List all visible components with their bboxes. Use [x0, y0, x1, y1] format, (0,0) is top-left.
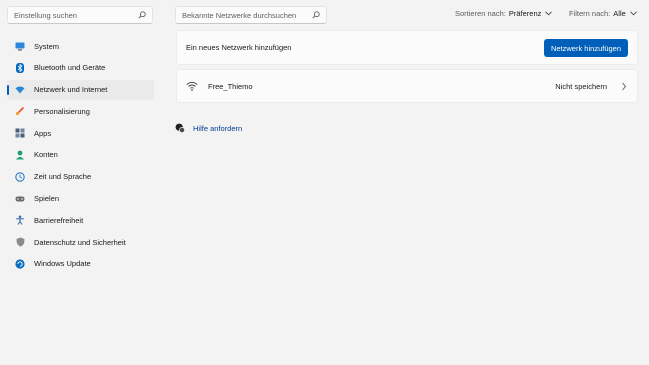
filter-prefix: Filtern nach: [569, 9, 611, 18]
chevron-right-icon[interactable] [621, 82, 627, 91]
add-network-label: Ein neues Netzwerk hinzufügen [186, 43, 292, 52]
help-icon [175, 123, 185, 133]
network-search-input[interactable] [182, 10, 311, 20]
accessibility-icon [15, 215, 25, 226]
sidebar-item-gaming[interactable]: Spielen [7, 189, 154, 209]
brush-icon [15, 106, 25, 116]
sidebar-item-label: System [34, 41, 60, 51]
search-icon[interactable] [311, 11, 320, 20]
known-network-row[interactable]: Free_Thiemo Nicht speichern [176, 69, 638, 103]
shield-icon [15, 237, 25, 247]
sidebar-item-accounts[interactable]: Konten [7, 145, 154, 165]
network-search-box[interactable] [175, 6, 327, 24]
sidebar-item-network[interactable]: Netzwerk und Internet [7, 79, 154, 100]
sidebar-item-label: Bluetooth und Geräte [34, 63, 106, 73]
sidebar-item-label: Datenschutz und Sicherheit [34, 237, 126, 247]
filter-dropdown[interactable]: Filtern nach: Alle [569, 9, 637, 18]
add-network-card: Ein neues Netzwerk hinzufügen Netzwerk h… [176, 30, 638, 65]
help-label[interactable]: Hilfe anfordern [193, 124, 242, 133]
time-language-icon [15, 172, 25, 182]
sort-value: Präferenz [508, 9, 542, 18]
accounts-icon [15, 150, 25, 160]
network-icon [15, 85, 25, 95]
sidebar-item-label: Barrierefreiheit [34, 215, 84, 225]
network-name: Free_Thiemo [208, 82, 253, 91]
add-network-button[interactable]: Netzwerk hinzufügen [544, 39, 628, 57]
sidebar-item-system[interactable]: System [7, 36, 154, 56]
bluetooth-icon [15, 62, 25, 73]
sidebar-item-personalization[interactable]: Personalisierung [7, 101, 154, 121]
sidebar-item-accessibility[interactable]: Barrierefreiheit [7, 210, 154, 230]
gaming-icon [15, 194, 25, 204]
chevron-down-icon [629, 9, 637, 18]
sidebar-item-label: Personalisierung [34, 106, 90, 116]
settings-search-input[interactable] [14, 10, 137, 20]
sidebar-item-label: Konten [34, 150, 58, 160]
sidebar-item-bluetooth[interactable]: Bluetooth und Geräte [7, 58, 154, 78]
chevron-down-icon [545, 9, 553, 18]
apps-icon [15, 128, 25, 138]
sidebar-item-windows-update[interactable]: Windows Update [7, 254, 154, 274]
forget-network-button[interactable]: Nicht speichern [555, 82, 607, 91]
sidebar-item-label: Apps [34, 128, 52, 138]
sort-prefix: Sortieren nach: [455, 9, 506, 18]
sidebar-item-label: Netzwerk und Internet [34, 85, 108, 95]
sidebar-item-apps[interactable]: Apps [7, 123, 154, 143]
windows-update-icon [15, 259, 25, 269]
wifi-icon [186, 81, 198, 91]
sidebar-item-label: Zeit und Sprache [34, 172, 92, 182]
sidebar-nav: System Bluetooth und Geräte Netzwerk und… [7, 36, 154, 276]
system-icon [15, 41, 25, 51]
sort-dropdown[interactable]: Sortieren nach: Präferenz [455, 9, 553, 18]
sidebar-item-privacy-security[interactable]: Datenschutz und Sicherheit [7, 232, 154, 252]
sidebar: System Bluetooth und Geräte Netzwerk und… [0, 0, 160, 365]
search-icon[interactable] [137, 11, 146, 20]
sidebar-item-label: Spielen [34, 194, 60, 204]
sidebar-item-label: Windows Update [34, 259, 91, 269]
settings-search-box[interactable] [7, 6, 153, 24]
get-help-link[interactable]: Hilfe anfordern [175, 123, 242, 133]
filter-value: Alle [613, 9, 626, 18]
sidebar-item-time-language[interactable]: Zeit und Sprache [7, 167, 154, 187]
